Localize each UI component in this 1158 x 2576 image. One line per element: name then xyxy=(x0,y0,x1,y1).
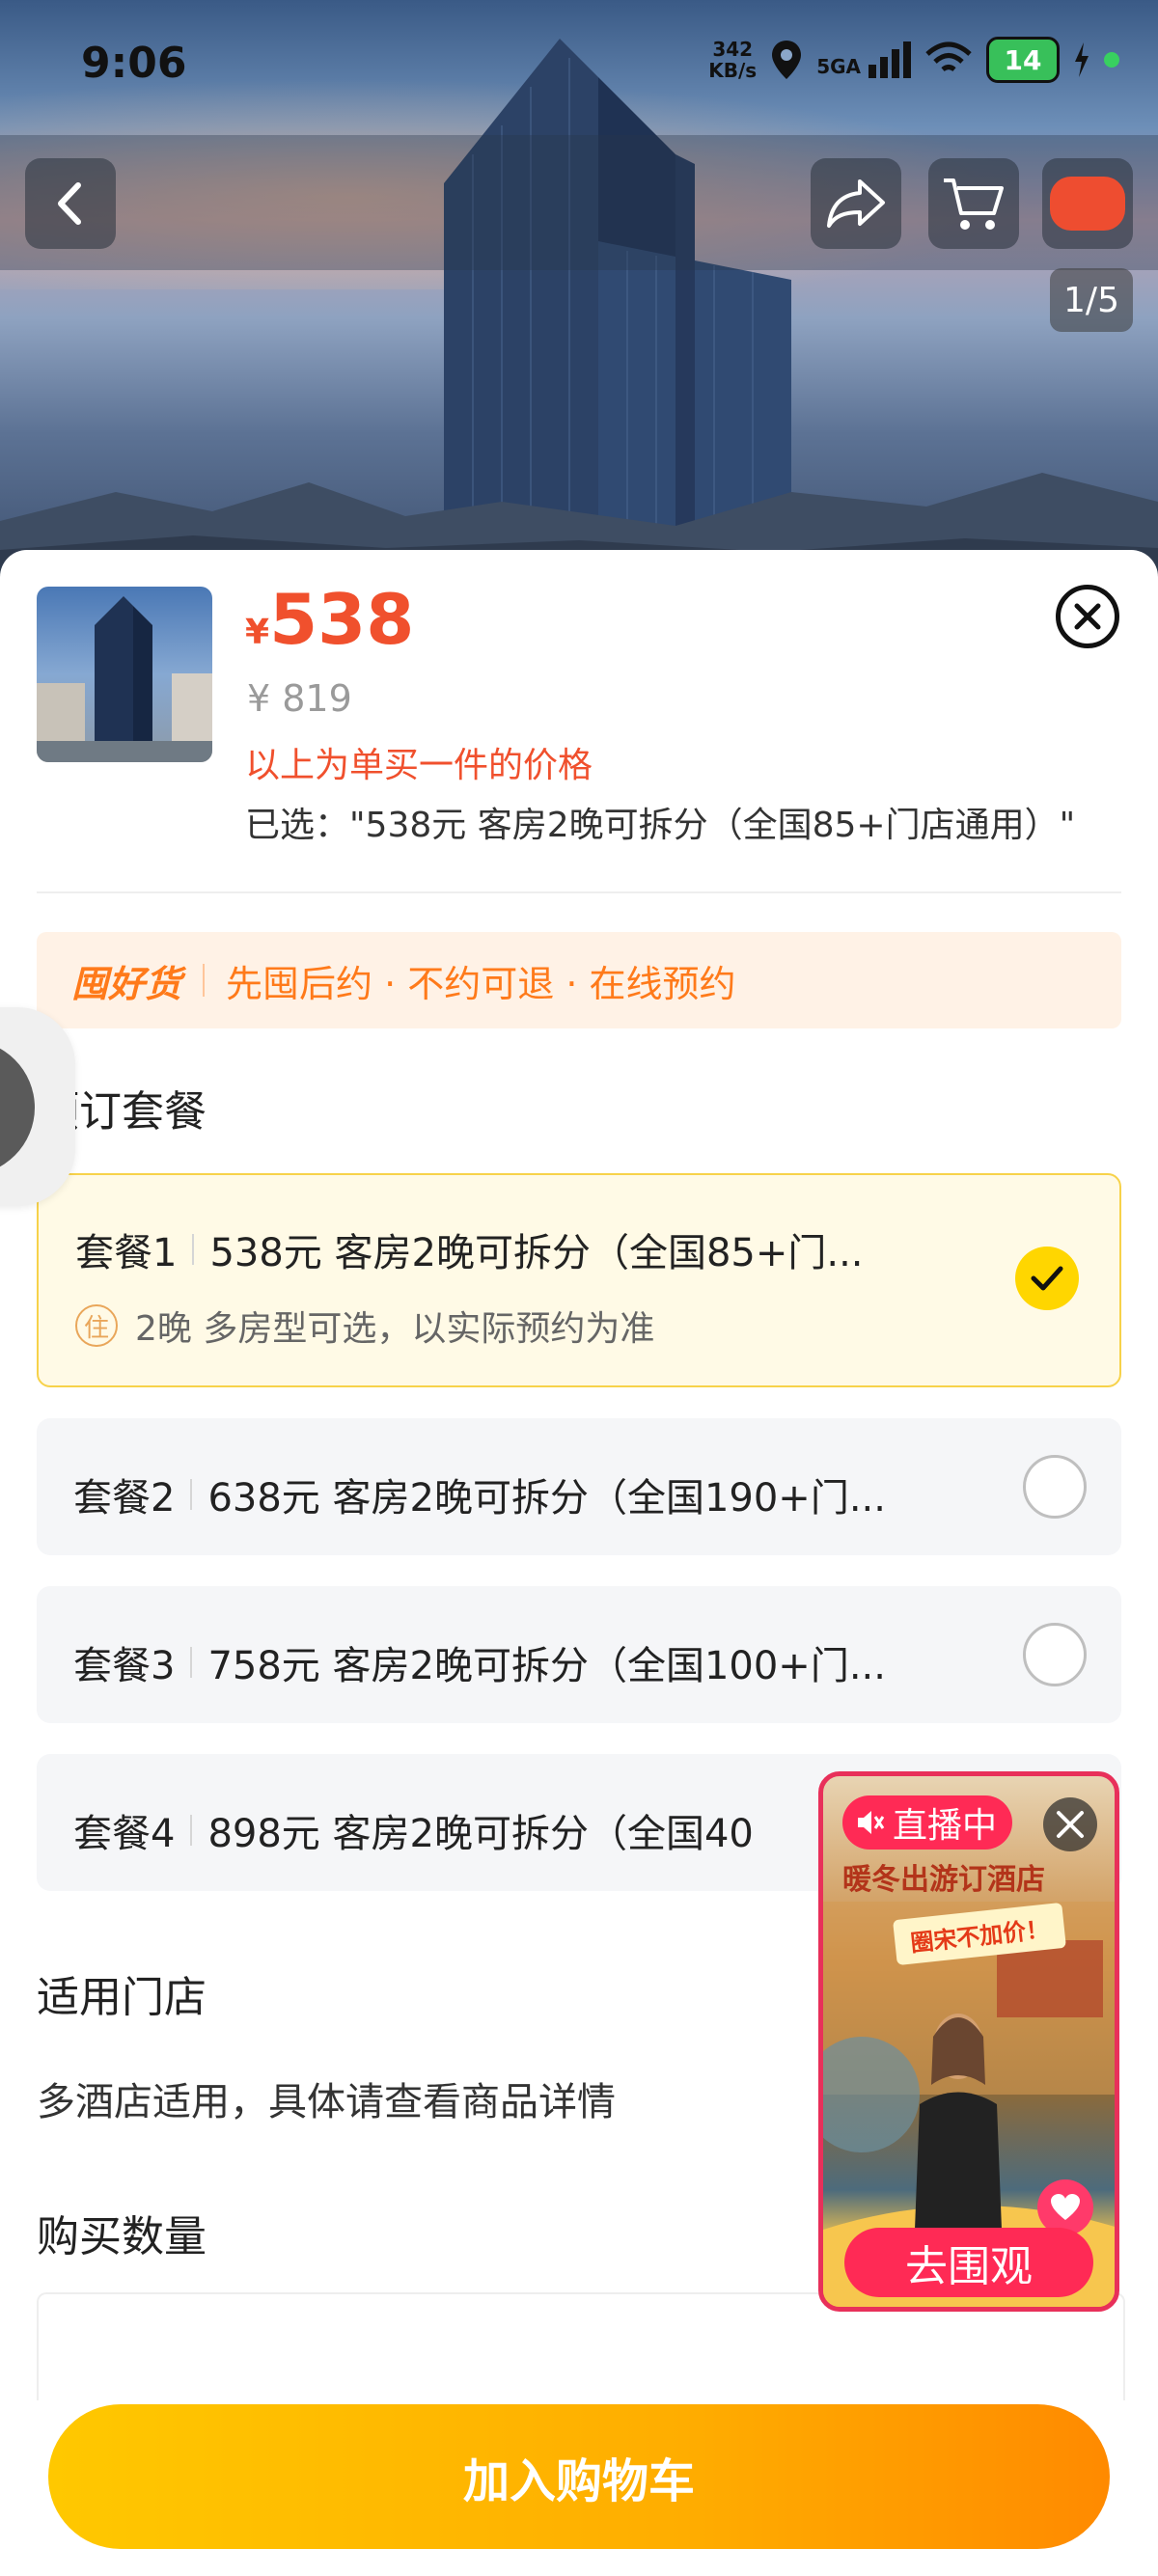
status-bar: 9:06 342 KB/s 5GA 14 xyxy=(0,0,1158,135)
live-watch-button[interactable]: 去围观 xyxy=(844,2228,1093,2297)
location-icon xyxy=(772,41,802,79)
package-option-1[interactable]: 套餐1 538元 客房2晚可拆分（全国85+门... 住 2晚 多房型可选，以实… xyxy=(37,1173,1121,1387)
add-to-cart-button[interactable]: 加入购物车 xyxy=(48,2404,1110,2549)
package-name: 套餐2 xyxy=(73,1476,176,1521)
image-counter: 1/5 xyxy=(1050,268,1133,332)
package-name: 套餐4 xyxy=(73,1812,176,1856)
package-line: 套餐4 898元 客房2晚可拆分（全国40 xyxy=(73,1802,754,1858)
stores-title: 适用门店 xyxy=(37,1973,207,2022)
promo-separator xyxy=(203,964,206,997)
side-float-icon xyxy=(0,1040,35,1175)
thumbnail-building xyxy=(37,596,212,762)
signal-bar-3 xyxy=(892,49,899,78)
side-float-handle[interactable] xyxy=(0,1007,75,1206)
package-desc: 898元 客房2晚可拆分（全国40 xyxy=(207,1812,754,1856)
package-radio[interactable] xyxy=(1023,1623,1087,1686)
top-nav-bar xyxy=(0,135,1158,270)
share-button[interactable] xyxy=(811,158,901,249)
live-close-button[interactable] xyxy=(1043,1797,1097,1851)
divider xyxy=(37,891,1121,893)
package-desc: 638元 客房2晚可拆分（全国190+门... xyxy=(207,1476,886,1521)
stores-desc: 多酒店适用，具体请查看商品详情 xyxy=(37,2080,616,2124)
heart-shape xyxy=(1051,2194,1080,2220)
status-time: 9:06 xyxy=(81,39,187,88)
battery-level: 14 xyxy=(1004,43,1042,76)
package-separator xyxy=(190,1647,193,1678)
signal-bar-2 xyxy=(880,57,888,78)
selected-check xyxy=(1015,1247,1079,1310)
status-icons: 342 KB/s 5GA 14 xyxy=(708,37,1119,83)
package-line: 套餐3 758元 客房2晚可拆分（全国100+门... xyxy=(73,1634,886,1690)
package-separator xyxy=(190,1479,193,1510)
close-icon xyxy=(1057,1811,1084,1838)
original-price: ¥ 819 xyxy=(247,677,352,720)
package-option-2[interactable]: 套餐2 638元 客房2晚可拆分（全国190+门... xyxy=(37,1418,1121,1555)
quantity-title: 购买数量 xyxy=(37,2212,207,2261)
more-button[interactable] xyxy=(1042,158,1133,249)
live-badge-text: 直播中 xyxy=(893,1806,998,1846)
package-separator xyxy=(192,1234,195,1265)
selected-sku-text: 已选："538元 客房2晚可拆分（全国85+门店通用）" xyxy=(245,806,1076,845)
package-name: 套餐1 xyxy=(75,1231,178,1275)
package-option-3[interactable]: 套餐3 758元 客房2晚可拆分（全国100+门... xyxy=(37,1586,1121,1723)
promo-brand: 囤好货 xyxy=(71,962,182,1005)
package-name: 套餐3 xyxy=(73,1644,176,1688)
charging-icon xyxy=(1075,42,1089,77)
signal-bar-1 xyxy=(868,65,876,78)
close-icon xyxy=(1074,603,1101,630)
single-price-note: 以上为单买一件的价格 xyxy=(245,746,593,785)
network-type: 5GA xyxy=(816,55,861,78)
package-desc: 758元 客房2晚可拆分（全国100+门... xyxy=(207,1644,886,1688)
status-dot-icon xyxy=(1104,52,1119,68)
live-host xyxy=(915,2014,1002,2230)
package-sub-text: 2晚 多房型可选，以实际预约为准 xyxy=(135,1309,655,1349)
net-speed: 342 KB/s xyxy=(708,39,757,81)
net-speed-unit: KB/s xyxy=(708,59,758,82)
product-thumbnail[interactable] xyxy=(37,587,212,762)
wifi-icon xyxy=(925,41,972,72)
currency-symbol: ¥ xyxy=(245,613,270,652)
stay-icon: 住 xyxy=(75,1304,118,1347)
battery-icon: 14 xyxy=(986,37,1060,83)
net-speed-value: 342 xyxy=(712,38,754,61)
signal-bar-4 xyxy=(903,41,911,78)
price-value: 538 xyxy=(269,579,415,660)
close-button[interactable] xyxy=(1056,585,1119,648)
cart-button[interactable] xyxy=(928,158,1019,249)
cellular-signal: 5GA xyxy=(816,41,911,78)
package-line: 套餐2 638元 客房2晚可拆分（全国190+门... xyxy=(73,1466,886,1522)
message-bubble-icon xyxy=(1050,177,1125,231)
back-icon xyxy=(58,182,81,225)
live-stream-popup[interactable]: 直播中 暖冬出游订酒店 圈宋不加价！ 去围观 xyxy=(818,1771,1119,2312)
back-button[interactable] xyxy=(25,158,116,249)
live-title: 暖冬出游订酒店 xyxy=(842,1863,1045,1897)
package-sub: 住 2晚 多房型可选，以实际预约为准 xyxy=(75,1301,654,1351)
checkmark-icon xyxy=(1031,1266,1063,1291)
promo-text: 先囤后约 · 不约可退 · 在线预约 xyxy=(226,962,736,1005)
live-badge: 直播中 xyxy=(842,1795,1013,1850)
package-radio[interactable] xyxy=(1023,1455,1087,1519)
price: ¥538 xyxy=(245,579,414,660)
muted-icon[interactable] xyxy=(852,1805,887,1840)
package-line: 套餐1 538元 客房2晚可拆分（全国85+门... xyxy=(75,1221,864,1277)
share-icon xyxy=(827,179,885,228)
promo-banner: 囤好货 先囤后约 · 不约可退 · 在线预约 xyxy=(37,932,1121,1028)
package-separator xyxy=(190,1815,193,1846)
cart-icon xyxy=(944,178,1004,230)
package-desc: 538元 客房2晚可拆分（全国85+门... xyxy=(209,1231,864,1275)
